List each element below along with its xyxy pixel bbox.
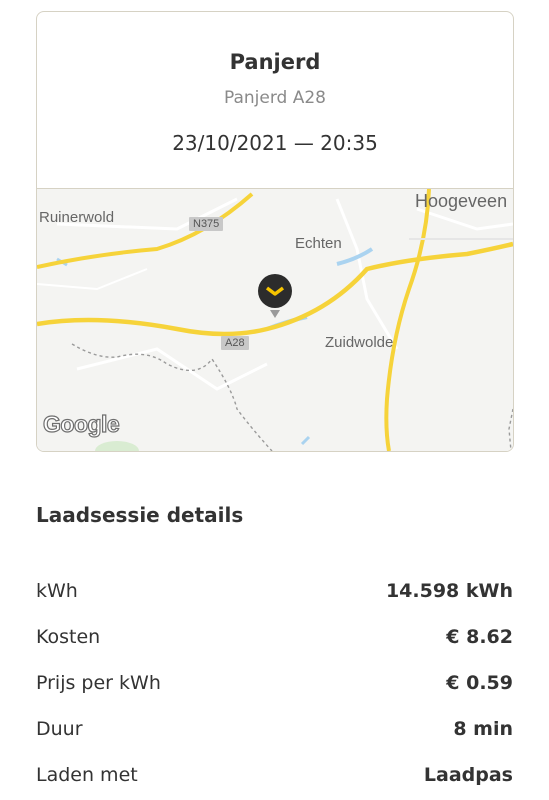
station-pin-icon[interactable] <box>256 272 294 322</box>
place-label-hoogeveen: Hoogeveen <box>415 191 508 211</box>
page: Panjerd Panjerd A28 23/10/2021 — 20:35 R… <box>0 0 549 800</box>
station-name: Panjerd <box>229 50 321 74</box>
detail-label: Prijs per kWh <box>36 672 161 694</box>
road-badge-a28: A28 <box>221 336 249 350</box>
session-datetime: 23/10/2021 — 20:35 <box>172 131 378 155</box>
section-title: Laadsessie details <box>36 503 244 527</box>
detail-label: kWh <box>36 580 78 602</box>
station-location: Panjerd A28 <box>223 88 326 108</box>
place-label-ruinerwold: Ruinerwold <box>39 209 115 226</box>
place-label-zuidwolde: Zuidwolde <box>325 334 394 351</box>
google-logo: Google <box>42 410 120 437</box>
location-map[interactable]: Ruinerwold Hoogeveen Echten Zuidwolde N3… <box>37 189 513 451</box>
detail-label: Laden met <box>36 764 138 786</box>
station-header: Panjerd Panjerd A28 23/10/2021 — 20:35 <box>37 12 513 189</box>
detail-row-laden-met: Laden met Laadpas <box>36 754 513 800</box>
detail-row-prijs-per-kwh: Prijs per kWh € 0.59 <box>36 662 513 708</box>
detail-label: Duur <box>36 718 83 740</box>
detail-value: € 0.59 <box>446 672 513 694</box>
detail-row-kwh: kWh 14.598 kWh <box>36 570 513 616</box>
detail-value: 8 min <box>453 718 513 740</box>
detail-row-duur: Duur 8 min <box>36 708 513 754</box>
session-details-list: kWh 14.598 kWh Kosten € 8.62 Prijs per k… <box>36 570 513 800</box>
detail-row-kosten: Kosten € 8.62 <box>36 616 513 662</box>
detail-value: Laadpas <box>423 764 513 786</box>
road-badge-n375: N375 <box>189 217 224 231</box>
detail-value: 14.598 kWh <box>385 580 513 602</box>
detail-value: € 8.62 <box>446 626 513 648</box>
place-label-echten: Echten <box>295 235 342 252</box>
charging-station-card: Panjerd Panjerd A28 23/10/2021 — 20:35 R… <box>36 11 514 452</box>
detail-label: Kosten <box>36 626 101 648</box>
